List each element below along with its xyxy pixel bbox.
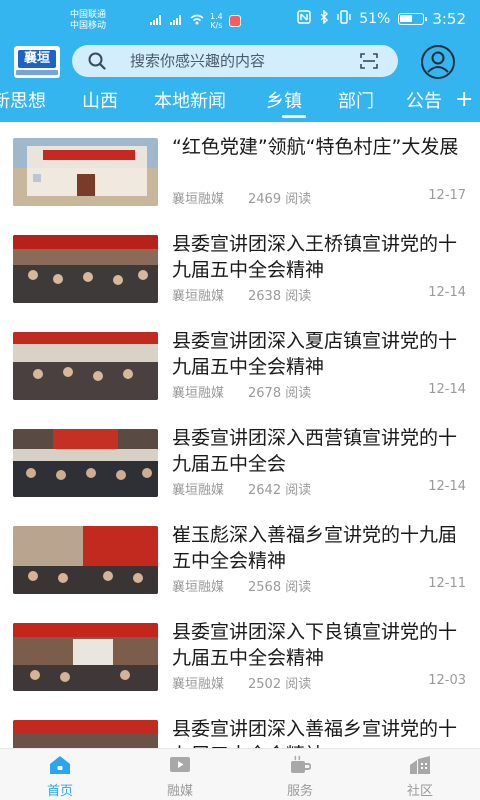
signal-icon: [150, 14, 164, 28]
article-thumbnail: [13, 720, 158, 748]
article-source: 襄垣融媒: [172, 289, 225, 304]
category-tabs: 新思想 山西 本地新闻 乡镇 部门 公告 +: [0, 86, 480, 120]
article-date: 12-11: [428, 576, 466, 591]
article-title: 崔玉彪深入善福乡宣讲党的十九届五中全会精神: [172, 524, 458, 572]
article-item[interactable]: 崔玉彪深入善福乡宣讲党的十九届五中全会精神 襄垣融媒 2568 阅读 12-11: [0, 510, 480, 607]
scan-icon[interactable]: [360, 53, 378, 69]
article-thumbnail: [13, 429, 158, 497]
article-source: 襄垣融媒: [172, 483, 225, 498]
tab-announcements[interactable]: 公告: [406, 90, 442, 114]
article-reads: 2678 阅读: [248, 386, 312, 401]
article-date: 12-14: [428, 382, 466, 397]
article-item[interactable]: 县委宣讲团深入西营镇宣讲党的十九届五中全会 襄垣融媒 2642 阅读 12-14: [0, 413, 480, 510]
vibrate-icon: [337, 10, 351, 28]
nfc-icon: [297, 10, 311, 28]
article-source: 襄垣融媒: [172, 677, 225, 692]
article-title: 县委宣讲团深入夏店镇宣讲党的十九届五中全会精神: [172, 330, 458, 378]
tab-towns[interactable]: 乡镇: [266, 90, 302, 114]
network-speed-unit: K/s: [210, 21, 223, 30]
service-icon: [289, 755, 312, 775]
battery-icon: [398, 13, 428, 25]
bottom-navigation: 首页 融媒 服务 社区: [0, 748, 480, 800]
signal-icon-2: [170, 14, 184, 28]
article-list: “红色党建”领航“特色村庄”大发展 襄垣融媒 2469 阅读 12-17 县委宣…: [0, 122, 480, 748]
status-icons-right: 51% 3:52: [297, 9, 466, 28]
logo-text: 襄垣: [18, 50, 56, 68]
article-title: “红色党建”领航“特色村庄”大发展: [172, 136, 459, 158]
article-item[interactable]: 县委宣讲团深入王桥镇宣讲党的十九届五中全会精神 襄垣融媒 2638 阅读 12-…: [0, 219, 480, 316]
carrier-info: 中国联通 中国移动: [70, 10, 106, 32]
status-icons-left: 1.4 K/s: [150, 12, 241, 30]
add-tab-button[interactable]: +: [455, 88, 473, 112]
article-source: 襄垣融媒: [172, 192, 225, 207]
article-thumbnail: [13, 332, 158, 400]
nav-home-label: 首页: [46, 784, 73, 799]
article-source: 襄垣融媒: [172, 580, 225, 595]
article-date: 12-14: [428, 479, 466, 494]
article-item[interactable]: 县委宣讲团深入善福乡宣讲党的十九届五中全会精神: [0, 704, 480, 748]
logo-subtitle-bar: [16, 70, 58, 75]
article-reads: 2638 阅读: [248, 289, 312, 304]
network-speed-value: 1.4: [210, 12, 223, 21]
video-icon: [169, 755, 191, 775]
wifi-icon: [190, 14, 204, 28]
article-date: 12-17: [428, 188, 466, 203]
article-title: 县委宣讲团深入下良镇宣讲党的十九届五中全会精神: [172, 621, 458, 669]
article-reads: 2469 阅读: [248, 192, 312, 207]
article-thumbnail: [13, 526, 158, 594]
app-logo[interactable]: 襄垣: [14, 46, 60, 78]
bluetooth-icon: [319, 9, 329, 28]
battery-percent: 51%: [359, 11, 391, 27]
article-thumbnail: [13, 623, 158, 691]
search-input[interactable]: 搜索你感兴趣的内容: [72, 45, 398, 77]
article-date: 12-14: [428, 285, 466, 300]
tab-shanxi[interactable]: 山西: [82, 90, 118, 114]
notification-app-icon: [228, 15, 241, 27]
article-item[interactable]: “红色党建”领航“特色村庄”大发展 襄垣融媒 2469 阅读 12-17: [0, 122, 480, 219]
tab-xin-si-xiang[interactable]: 新思想: [0, 90, 46, 114]
carrier-2: 中国移动: [70, 21, 107, 31]
search-placeholder: 搜索你感兴趣的内容: [130, 52, 266, 70]
article-item[interactable]: 县委宣讲团深入夏店镇宣讲党的十九届五中全会精神 襄垣融媒 2678 阅读 12-…: [0, 316, 480, 413]
article-reads: 2642 阅读: [248, 483, 312, 498]
article-title: 县委宣讲团深入西营镇宣讲党的十九届五中全会: [172, 427, 458, 475]
article-date: 12-03: [428, 673, 466, 688]
status-bar: 中国联通 中国移动 1.4 K/s 51% 3:52: [0, 0, 480, 42]
tab-local-news[interactable]: 本地新闻: [154, 90, 226, 114]
article-reads: 2502 阅读: [248, 677, 312, 692]
nav-community[interactable]: 社区: [360, 749, 480, 800]
active-tab-indicator: [282, 115, 306, 118]
nav-media[interactable]: 融媒: [120, 749, 240, 800]
profile-icon[interactable]: [420, 44, 456, 80]
article-title: 县委宣讲团深入善福乡宣讲党的十九届五中全会精神: [172, 718, 458, 748]
community-icon: [409, 755, 431, 775]
nav-service[interactable]: 服务: [240, 749, 360, 800]
nav-home[interactable]: 首页: [0, 749, 120, 800]
article-item[interactable]: 县委宣讲团深入下良镇宣讲党的十九届五中全会精神 襄垣融媒 2502 阅读 12-…: [0, 607, 480, 704]
network-speed: 1.4 K/s: [210, 12, 223, 30]
article-title: 县委宣讲团深入王桥镇宣讲党的十九届五中全会精神: [172, 233, 458, 281]
home-icon: [49, 755, 71, 775]
article-source: 襄垣融媒: [172, 386, 225, 401]
tab-departments[interactable]: 部门: [338, 90, 374, 114]
article-reads: 2568 阅读: [248, 580, 312, 595]
nav-community-label: 社区: [406, 784, 433, 799]
nav-media-label: 融媒: [166, 784, 193, 799]
clock: 3:52: [432, 10, 466, 28]
app-header: 中国联通 中国移动 1.4 K/s 51% 3:52 襄垣 搜索你感兴趣的内容 …: [0, 0, 480, 122]
nav-service-label: 服务: [286, 784, 313, 799]
search-row: 襄垣 搜索你感兴趣的内容: [0, 42, 480, 82]
carrier-1: 中国联通: [70, 10, 107, 20]
article-thumbnail: [13, 138, 158, 206]
article-thumbnail: [13, 235, 158, 303]
search-icon: [88, 52, 106, 70]
